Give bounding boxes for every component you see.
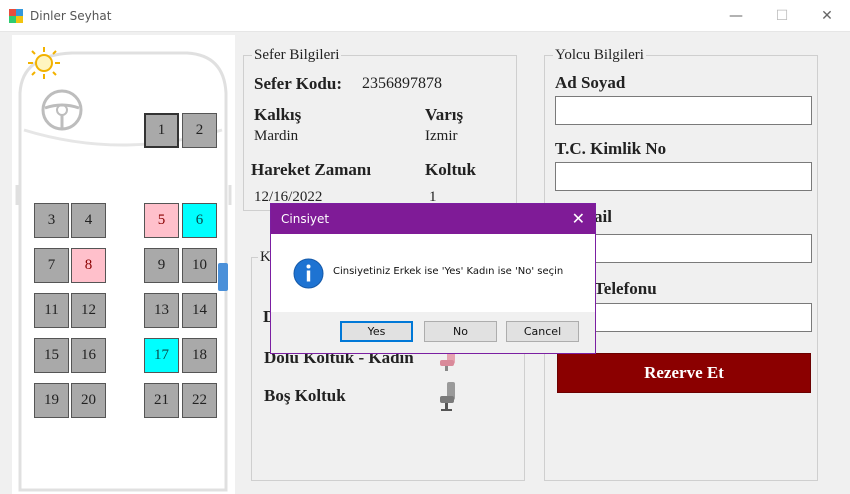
seat-20[interactable]: 20 [71, 383, 106, 418]
seat-number: 9 [157, 257, 166, 273]
seat-number: 19 [44, 392, 59, 408]
seat-number: 18 [192, 347, 207, 363]
seat-number: 2 [195, 122, 204, 138]
seat-number: 20 [81, 392, 96, 408]
seat-number: 12 [81, 302, 96, 318]
window-title: Dinler Seyhat [30, 9, 112, 23]
seat-number: 16 [81, 347, 96, 363]
tc-kimlik-label: T.C. Kimlik No [555, 139, 667, 158]
seat-17[interactable]: 17 [144, 338, 179, 373]
cinsiyet-dialog: Cinsiyet ✕ Cinsiyetiniz Erkek ise 'Yes' … [270, 203, 596, 354]
seat-15[interactable]: 15 [34, 338, 69, 373]
seat-9[interactable]: 9 [144, 248, 179, 283]
seat-18[interactable]: 18 [182, 338, 217, 373]
seat-3[interactable]: 3 [34, 203, 69, 238]
legend-bos-koltuk-label: Boş Koltuk [264, 386, 346, 405]
seat-number: 17 [154, 347, 169, 363]
sefer-kodu-value: 2356897878 [362, 75, 442, 92]
kalkis-value: Mardin [254, 128, 299, 144]
yolcu-group-title: Yolcu Bilgileri [553, 47, 646, 64]
seat-19[interactable]: 19 [34, 383, 69, 418]
maximize-icon: ☐ [775, 8, 789, 24]
minimize-button[interactable]: — [713, 0, 759, 32]
seat-number: 3 [47, 212, 56, 228]
dialog-title: Cinsiyet [281, 212, 330, 226]
kalkis-label: Kalkış [254, 105, 302, 124]
no-button[interactable]: No [424, 321, 497, 342]
seat-5[interactable]: 5 [144, 203, 179, 238]
seat-6[interactable]: 6 [182, 203, 217, 238]
seat-1[interactable]: 1 [144, 113, 179, 148]
ad-soyad-label: Ad Soyad [555, 73, 626, 92]
empty-seat-icon [440, 382, 455, 411]
seat-number: 14 [192, 302, 207, 318]
telefon-label: Telefonu [594, 279, 657, 298]
seat-number: 7 [47, 257, 56, 273]
seat-number: 21 [154, 392, 169, 408]
info-icon [293, 258, 324, 289]
seat-number: 5 [157, 212, 166, 228]
koltuk-label: Koltuk [425, 160, 477, 179]
seat-number: 15 [44, 347, 59, 363]
seat-14[interactable]: 14 [182, 293, 217, 328]
app-icon [9, 9, 23, 23]
seat-8[interactable]: 8 [71, 248, 106, 283]
window-titlebar: Dinler Seyhat — ☐ ✕ [0, 0, 850, 32]
cancel-button[interactable]: Cancel [506, 321, 579, 342]
close-button[interactable]: ✕ [804, 0, 850, 32]
rezerve-et-button[interactable]: Rezerve Et [557, 353, 811, 393]
seat-number: 13 [154, 302, 169, 318]
door-indicator [218, 263, 228, 291]
tc-kimlik-input[interactable] [555, 162, 812, 191]
seat-10[interactable]: 10 [182, 248, 217, 283]
seat-11[interactable]: 11 [34, 293, 69, 328]
seat-number: 8 [84, 257, 93, 273]
minimize-icon: — [729, 8, 743, 24]
seat-12[interactable]: 12 [71, 293, 106, 328]
maximize-button[interactable]: ☐ [759, 0, 805, 32]
seat-number: 6 [195, 212, 204, 228]
seat-16[interactable]: 16 [71, 338, 106, 373]
varis-label: Varış [425, 105, 464, 124]
seat-7[interactable]: 7 [34, 248, 69, 283]
seat-21[interactable]: 21 [144, 383, 179, 418]
varis-value: Izmir [425, 128, 458, 144]
dialog-close-icon[interactable]: ✕ [572, 209, 585, 228]
seat-4[interactable]: 4 [71, 203, 106, 238]
seat-2[interactable]: 2 [182, 113, 217, 148]
dialog-footer: Yes No Cancel [271, 312, 595, 353]
seat-number: 1 [157, 122, 166, 138]
sun-icon [28, 47, 60, 79]
dialog-message: Cinsiyetiniz Erkek ise 'Yes' Kadın ise '… [333, 266, 564, 277]
ad-soyad-input[interactable] [555, 96, 812, 125]
seat-number: 10 [192, 257, 207, 273]
hareket-zamani-label: Hareket Zamanı [251, 160, 372, 179]
seat-number: 11 [44, 302, 59, 318]
steering-wheel-icon [41, 89, 83, 131]
seat-22[interactable]: 22 [182, 383, 217, 418]
sefer-group-title: Sefer Bilgileri [252, 47, 342, 64]
seat-13[interactable]: 13 [144, 293, 179, 328]
dialog-titlebar: Cinsiyet ✕ [271, 204, 595, 234]
dialog-body: Cinsiyetiniz Erkek ise 'Yes' Kadın ise '… [271, 234, 595, 312]
close-icon: ✕ [821, 8, 833, 24]
yes-button[interactable]: Yes [340, 321, 413, 342]
email-label: ail [594, 207, 612, 226]
seat-number: 22 [192, 392, 207, 408]
seat-number: 4 [84, 212, 93, 228]
sefer-kodu-label: Sefer Kodu: [254, 74, 342, 93]
